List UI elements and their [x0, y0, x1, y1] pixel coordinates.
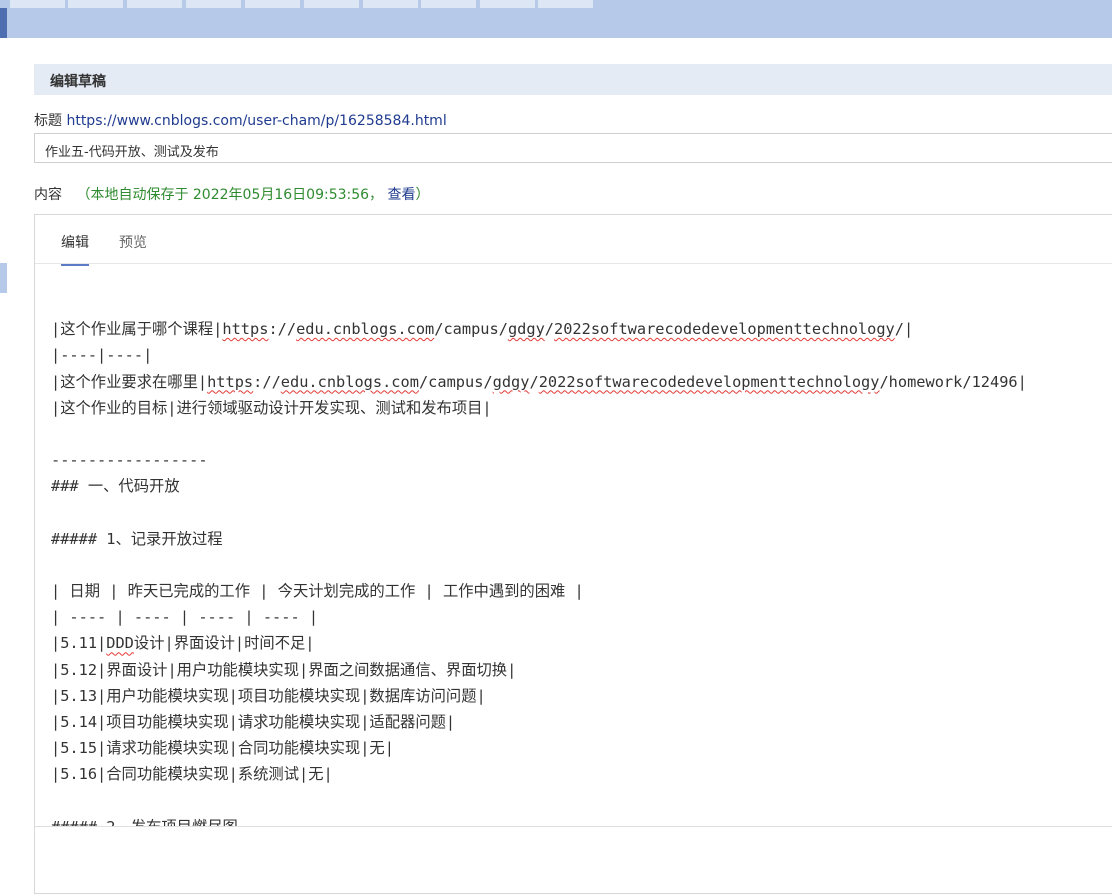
- title-label: 标题: [34, 113, 62, 129]
- top-nav-tab[interactable]: [245, 0, 300, 8]
- editor-text: |----|----|: [51, 346, 153, 365]
- editor-text: -----------------: [51, 451, 208, 470]
- title-input[interactable]: 作业五-代码开放、测试及发布: [34, 133, 1112, 163]
- editor-line: |5.16|合同功能模块实现|系统测试|无|: [51, 761, 1111, 787]
- spellcheck-flagged-text: gdgy: [507, 320, 545, 339]
- editor-line: |5.15|请求功能模块实现|合同功能模块实现|无|: [51, 735, 1111, 761]
- autosave-text: （本地自动保存于 2022年05月16日09:53:56，: [76, 187, 384, 203]
- top-nav-tab[interactable]: [186, 0, 241, 8]
- editor-text: 设计|界面设计|时间不足|: [133, 634, 315, 653]
- spellcheck-flagged-text: DDD: [106, 634, 134, 653]
- editor-line: | ---- | ---- | ---- | ---- |: [51, 604, 1111, 630]
- editor-line: |这个作业要求在哪里|https://edu.cnblogs.com/campu…: [51, 369, 1111, 395]
- top-nav-tab[interactable]: [421, 0, 476, 8]
- editor-text: |5.11|: [51, 634, 107, 653]
- top-nav-tab-strip: [0, 0, 600, 8]
- section-title: 编辑草稿: [50, 74, 106, 90]
- editor-text: | 日期 | 昨天已完成的工作 | 今天计划完成的工作 | 工作中遇到的困难 |: [51, 582, 584, 601]
- autosave-status: （本地自动保存于 2022年05月16日09:53:56， 查看）: [76, 187, 429, 203]
- editor-line: |5.14|项目功能模块实现|请求功能模块实现|适配器问题|: [51, 709, 1111, 735]
- editor-text: |5.14|项目功能模块实现|请求功能模块实现|适配器问题|: [51, 713, 456, 731]
- editor-line: |这个作业的目标|进行领域驱动设计开发实现、测试和发布项目|: [51, 395, 1111, 421]
- editor-text: ### 一、代码开放: [51, 477, 180, 496]
- content-row: 内容 （本地自动保存于 2022年05月16日09:53:56， 查看）: [34, 184, 430, 204]
- editor-text: /: [529, 372, 539, 391]
- editor-line: |5.13|用户功能模块实现|项目功能模块实现|数据库访问问题|: [51, 683, 1111, 709]
- spellcheck-flagged-text: gdgy: [492, 372, 530, 391]
- tab-preview[interactable]: 预览: [119, 232, 147, 264]
- editor-text: | ---- | ---- | ---- | ---- |: [51, 608, 319, 627]
- section-header: 编辑草稿: [34, 64, 1112, 95]
- spellcheck-flagged-text: https: [207, 372, 254, 391]
- editor-tabs: 编辑 预览: [35, 215, 1112, 266]
- editor-text: |5.15|请求功能模块实现|合同功能模块实现|无|: [51, 739, 394, 758]
- top-navigation-bar: [0, 0, 1112, 38]
- editor-text: |5.13|用户功能模块实现|项目功能模块实现|数据库访问问题|: [51, 686, 486, 705]
- spellcheck-flagged-text: edu.cnblogs.com: [280, 372, 419, 391]
- markdown-editor: 编辑 预览 |这个作业属于哪个课程|https://edu.cnblogs.co…: [34, 214, 1112, 894]
- post-url-link[interactable]: https://www.cnblogs.com/user-cham/p/1625…: [66, 113, 446, 129]
- editor-text: /: [544, 320, 554, 339]
- editor-line: | 日期 | 昨天已完成的工作 | 今天计划完成的工作 | 工作中遇到的困难 |: [51, 578, 1111, 604]
- editor-text: /|: [894, 320, 914, 339]
- editor-text: /campus/: [434, 320, 508, 339]
- editor-line: |这个作业属于哪个课程|https://edu.cnblogs.com/camp…: [51, 316, 1111, 342]
- editor-text: |这个作业属于哪个课程|: [51, 320, 223, 339]
- editor-text: ##### 1、记录开放过程: [51, 529, 223, 548]
- spellcheck-flagged-text: 2022softwarecodedevelopmenttechnology: [554, 320, 895, 339]
- top-nav-tab[interactable]: [127, 0, 182, 8]
- editor-text: |5.12|界面设计|用户功能模块实现|界面之间数据通信、界面切换|: [51, 660, 517, 679]
- spellcheck-flagged-text: https: [222, 320, 269, 339]
- view-autosave-link[interactable]: 查看: [388, 187, 416, 203]
- editor-line: ##### 2、发布项目燃尽图: [51, 814, 1111, 826]
- editor-text: |5.16|合同功能模块实现|系统测试|无|: [51, 765, 333, 784]
- tab-edit[interactable]: 编辑: [61, 232, 89, 266]
- top-nav-tab[interactable]: [480, 0, 535, 8]
- editor-line: |5.12|界面设计|用户功能模块实现|界面之间数据通信、界面切换|: [51, 657, 1111, 683]
- editor-text: /campus/: [418, 372, 493, 391]
- autosave-close: ）: [415, 187, 430, 203]
- sidebar-handle[interactable]: [0, 263, 7, 293]
- editor-text: ##### 2、发布项目燃尽图: [51, 818, 238, 826]
- title-row: 标题 https://www.cnblogs.com/user-cham/p/1…: [34, 110, 447, 130]
- editor-line: -----------------: [51, 447, 1111, 473]
- top-nav-tab[interactable]: [304, 0, 359, 8]
- markdown-textarea[interactable]: |这个作业属于哪个课程|https://edu.cnblogs.com/camp…: [51, 290, 1111, 826]
- editor-text: ://: [268, 320, 297, 339]
- editor-text: /homework/12496|: [879, 372, 1027, 391]
- top-nav-tab[interactable]: [68, 0, 123, 8]
- spellcheck-flagged-text: 2022softwarecodedevelopmenttechnology: [538, 372, 880, 391]
- editor-line: ### 一、代码开放: [51, 473, 1111, 499]
- content-label: 内容: [34, 187, 62, 203]
- top-nav-tab[interactable]: [538, 0, 593, 8]
- sidebar-accent: [0, 8, 7, 38]
- top-nav-tab[interactable]: [10, 0, 65, 8]
- editor-line: ##### 1、记录开放过程: [51, 526, 1111, 552]
- editor-text: |这个作业要求在哪里|: [51, 372, 208, 391]
- editor-text: ://: [253, 372, 281, 391]
- editor-line: |----|----|: [51, 342, 1111, 368]
- editor-line: |5.11|DDD设计|界面设计|时间不足|: [51, 630, 1111, 656]
- top-nav-tab[interactable]: [363, 0, 418, 8]
- spellcheck-flagged-text: edu.cnblogs.com: [296, 320, 435, 339]
- editor-divider: [35, 826, 1112, 827]
- editor-text: |这个作业的目标|进行领域驱动设计开发实现、测试和发布项目|: [51, 398, 492, 417]
